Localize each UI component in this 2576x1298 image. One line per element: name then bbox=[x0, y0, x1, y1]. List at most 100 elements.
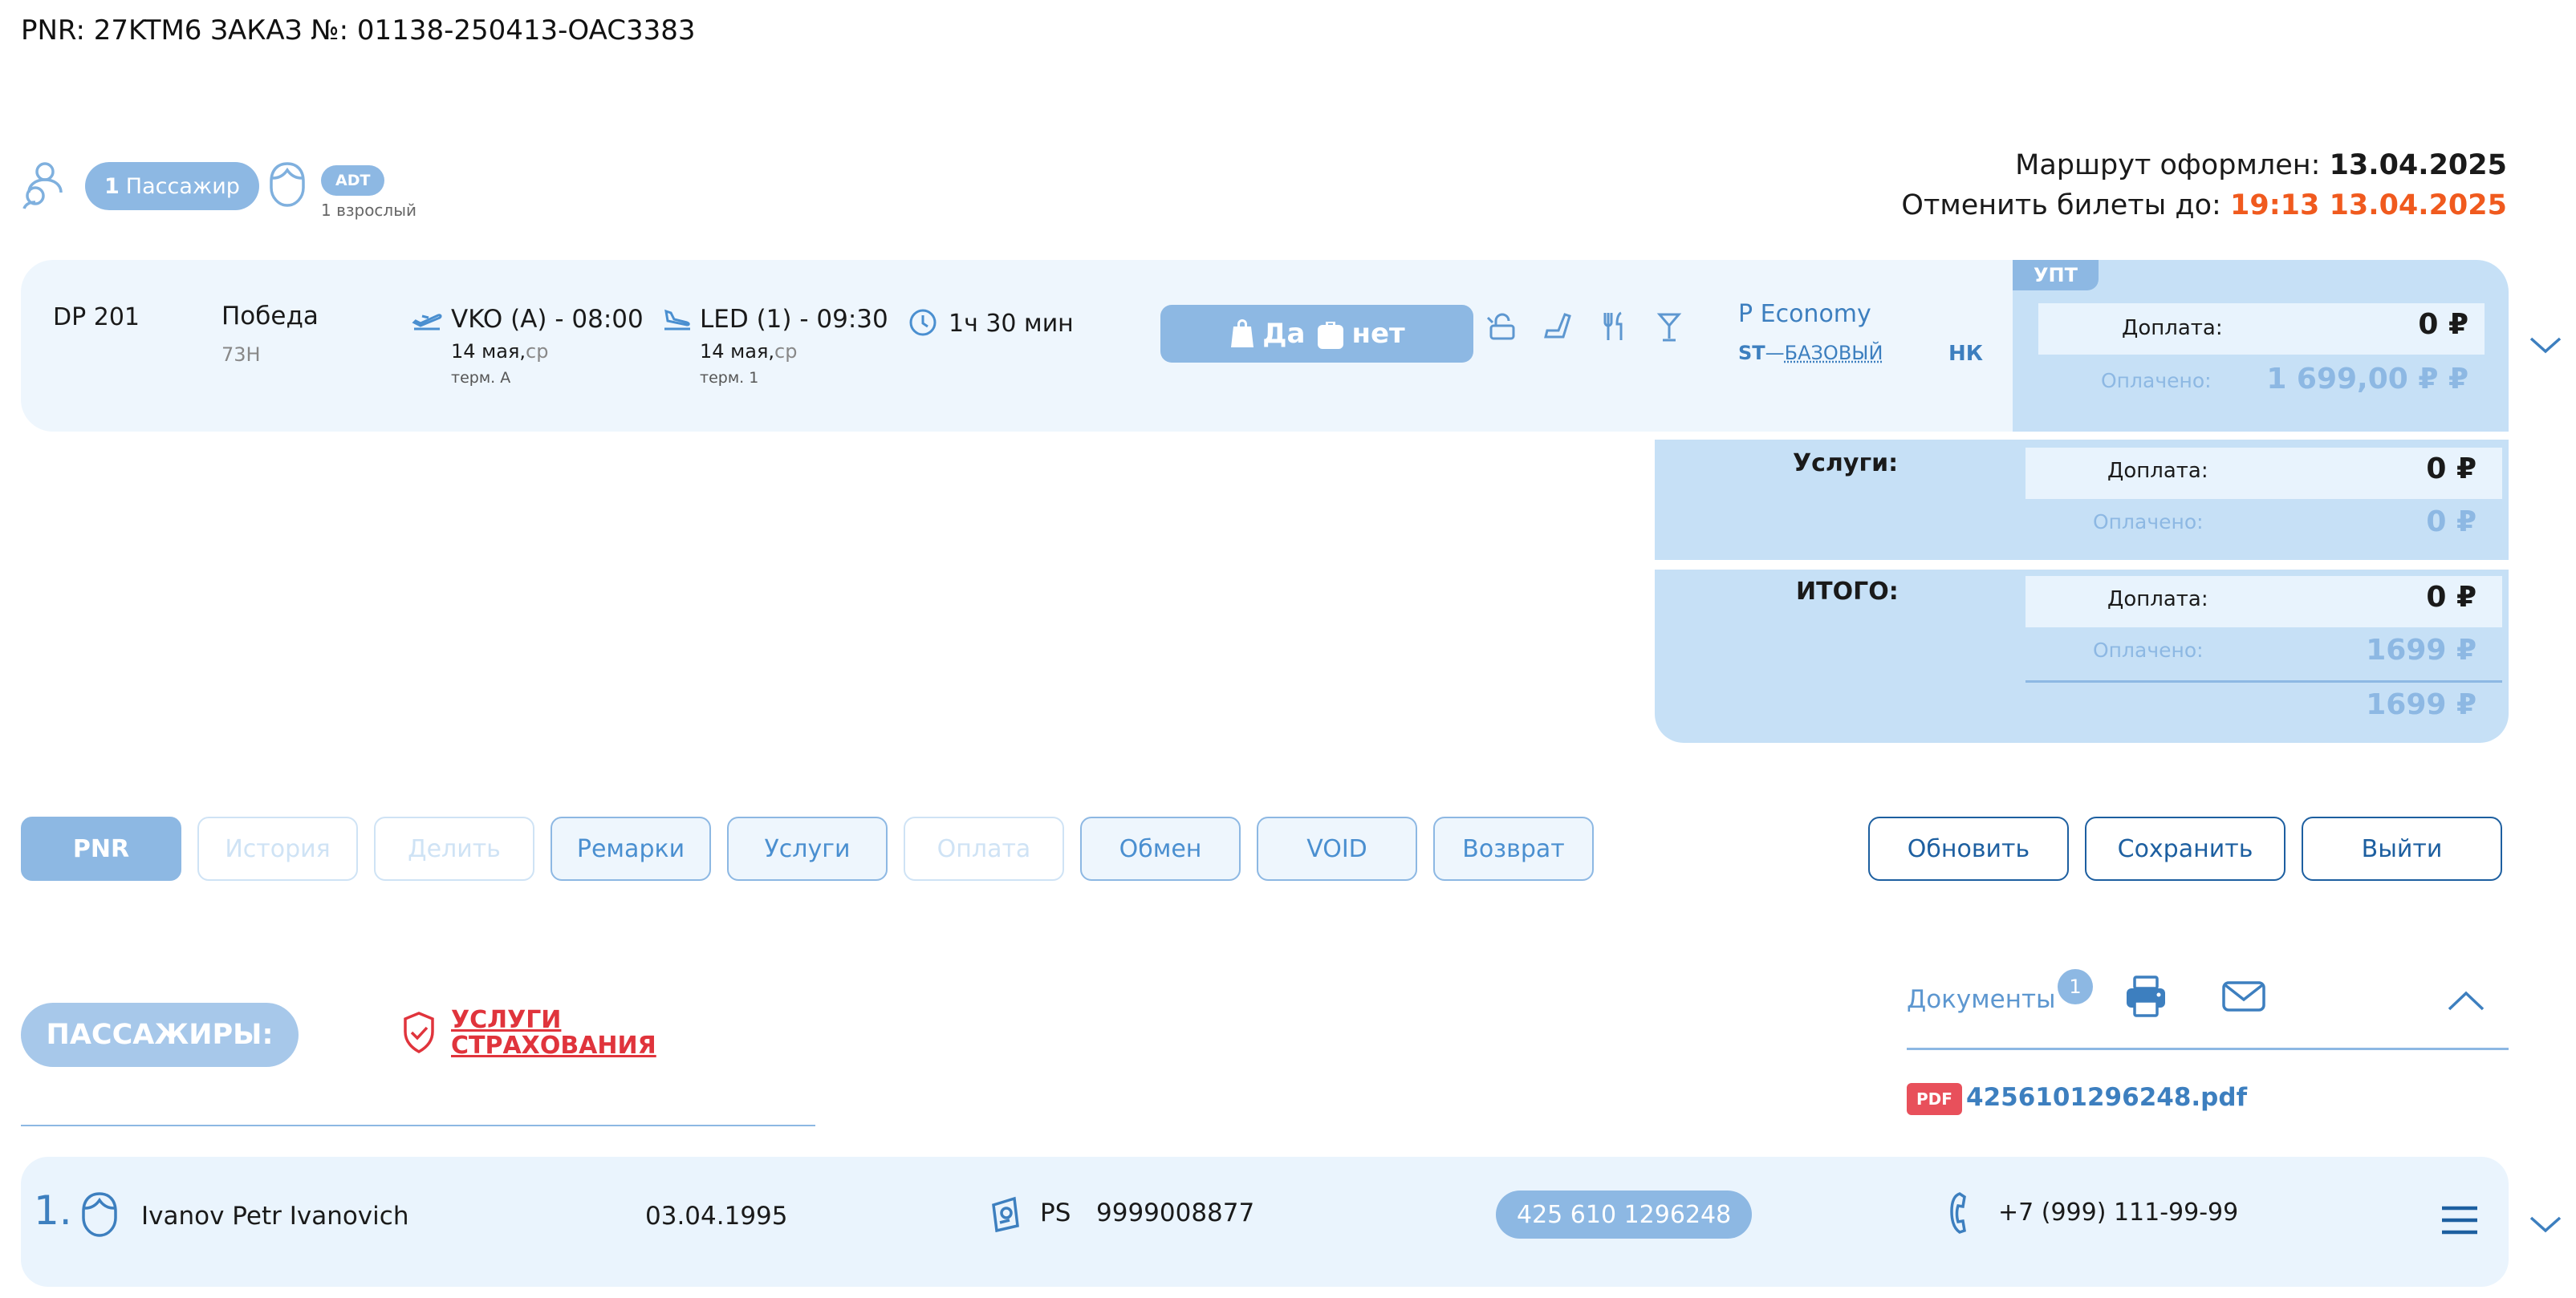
checked-baggage-value: нет bbox=[1351, 318, 1405, 350]
documents-collapse-chevron-icon[interactable] bbox=[2446, 988, 2486, 1012]
fare-basis-separator: — bbox=[1765, 342, 1785, 364]
checked-baggage-icon bbox=[1318, 322, 1344, 349]
passenger-birth-date: 03.04.1995 bbox=[645, 1202, 788, 1231]
phone-icon bbox=[1948, 1191, 1977, 1235]
passenger-name: Ivanov Petr Ivanovich bbox=[141, 1202, 409, 1231]
services-paid-label: Оплачено: bbox=[2093, 510, 2204, 533]
aircraft-type: 73H bbox=[221, 343, 261, 366]
baggage-button[interactable]: Да нет bbox=[1160, 305, 1473, 363]
tab-remarks[interactable]: Ремарки bbox=[551, 817, 711, 881]
passenger-type-badge: ADT bbox=[321, 165, 385, 196]
total-summary-title: ИТОГО: bbox=[1796, 578, 1899, 606]
departure-terminal: терм. A bbox=[451, 369, 511, 387]
passenger-phone: +7 (999) 111-99-99 bbox=[1998, 1199, 2239, 1227]
tab-pnr[interactable]: PNR bbox=[21, 817, 181, 881]
total-surcharge-value: 0 ₽ bbox=[2426, 581, 2476, 614]
meal-icon bbox=[1600, 311, 1627, 342]
insurance-link-line1: УСЛУГИ bbox=[451, 1006, 562, 1034]
save-button[interactable]: Сохранить bbox=[2085, 817, 2285, 881]
passenger-count-pill[interactable]: 1 Пассажир bbox=[85, 162, 259, 210]
passenger-index: 1. bbox=[34, 1187, 72, 1234]
cancel-deadline: Отменить билеты до: 19:13 13.04.2025 bbox=[1901, 189, 2507, 221]
services-surcharge-label: Доплата: bbox=[2107, 459, 2208, 483]
grand-total-value: 1699 ₽ bbox=[2366, 688, 2476, 721]
services-surcharge-value: 0 ₽ bbox=[2426, 452, 2476, 485]
insurance-services-link[interactable]: УСЛУГИ СТРАХОВАНИЯ bbox=[451, 1008, 656, 1059]
passport-icon bbox=[989, 1195, 1024, 1232]
flight-duration: 1ч 30 мин bbox=[949, 310, 1074, 338]
fare-basis-name[interactable]: БАЗОВЫЙ bbox=[1785, 342, 1883, 364]
mail-icon[interactable] bbox=[2221, 980, 2266, 1012]
passenger-count-number: 1 bbox=[104, 173, 120, 199]
passenger-type-caption: 1 взрослый bbox=[321, 201, 417, 220]
page-title: PNR: 27KTM6 ЗАКАЗ №: 01138-250413-OAC338… bbox=[21, 14, 696, 47]
services-paid-value: 0 ₽ bbox=[2426, 505, 2476, 538]
paid-label: Оплачено: bbox=[2101, 369, 2212, 392]
departure-date: 14 мая,ср bbox=[451, 340, 549, 363]
clock-icon bbox=[908, 308, 937, 337]
passenger-doc-type: PS bbox=[1040, 1199, 1071, 1227]
drink-icon bbox=[1656, 311, 1682, 342]
exit-button[interactable]: Выйти bbox=[2302, 817, 2502, 881]
refund-button[interactable]: Возврат bbox=[1433, 817, 1594, 881]
fare-class: P Economy bbox=[1738, 300, 1871, 328]
surcharge-label: Доплата: bbox=[2122, 316, 2223, 340]
takeoff-icon bbox=[411, 306, 443, 332]
tab-services[interactable]: Услуги bbox=[727, 817, 888, 881]
route-issued-label: Маршрут оформлен: bbox=[2015, 149, 2321, 181]
passenger-doc-number: 9999008877 bbox=[1096, 1199, 1255, 1227]
documents-title[interactable]: Документы bbox=[1907, 985, 2056, 1014]
adult-face-icon bbox=[266, 160, 308, 209]
route-issued-date: 13.04.2025 bbox=[2329, 149, 2507, 181]
void-button[interactable]: VOID bbox=[1257, 817, 1417, 881]
split-button[interactable]: Делить bbox=[374, 817, 534, 881]
flight-number: DP 201 bbox=[53, 303, 140, 331]
passengers-header[interactable]: ПАССАЖИРЫ: bbox=[21, 1003, 299, 1067]
payment-button[interactable]: Оплата bbox=[904, 817, 1064, 881]
ticket-number-pill[interactable]: 425 610 1296248 bbox=[1496, 1191, 1753, 1239]
landing-icon bbox=[661, 306, 693, 332]
fare-basis-code: ST bbox=[1738, 342, 1765, 364]
documents-divider bbox=[1907, 1048, 2509, 1050]
total-paid-value: 1699 ₽ bbox=[2366, 634, 2476, 667]
paid-value: 1 699,00 ₽ ₽ bbox=[2266, 363, 2468, 395]
cancel-deadline-label: Отменить билеты до: bbox=[1901, 189, 2221, 221]
pdf-file-icon: PDF bbox=[1907, 1083, 1962, 1115]
fare-flag: НК bbox=[1948, 342, 1984, 366]
arrival-terminal: терм. 1 bbox=[700, 369, 759, 387]
seat-icon bbox=[1542, 311, 1573, 342]
fare-basis[interactable]: ST—БАЗОВЫЙ bbox=[1738, 342, 1883, 364]
total-surcharge-label: Доплата: bbox=[2107, 587, 2208, 611]
hand-luggage-icon bbox=[1231, 319, 1254, 347]
print-icon[interactable] bbox=[2123, 974, 2168, 1019]
total-divider bbox=[2025, 680, 2502, 683]
surcharge-value: 0 ₽ bbox=[2418, 308, 2468, 341]
passengers-icon bbox=[22, 160, 71, 210]
hamburger-menu-icon[interactable] bbox=[2440, 1205, 2480, 1235]
hand-luggage-value: Да bbox=[1262, 318, 1306, 350]
shield-check-icon bbox=[401, 1011, 437, 1054]
tab-history[interactable]: История bbox=[197, 817, 358, 881]
document-file-link[interactable]: 4256101296248.pdf bbox=[1966, 1083, 2247, 1112]
exchange-button[interactable]: Обмен bbox=[1080, 817, 1241, 881]
airline-name: Победа bbox=[221, 302, 319, 331]
passenger-face-icon bbox=[79, 1191, 120, 1239]
arrival-info: LED (1) - 09:30 14 мая,ср терм. 1 bbox=[700, 305, 888, 387]
refund-lock-icon bbox=[1486, 311, 1518, 342]
departure-info: VKO (A) - 08:00 14 мая,ср терм. A bbox=[451, 305, 644, 387]
passenger-count-label: Пассажир bbox=[125, 173, 240, 199]
documents-count-badge: 1 bbox=[2058, 969, 2093, 1004]
cancel-deadline-value: 19:13 13.04.2025 bbox=[2229, 189, 2507, 221]
segment-expand-chevron-icon[interactable] bbox=[2528, 334, 2563, 356]
payment-tag: УПТ bbox=[2013, 260, 2099, 290]
departure-airport-time: VKO (A) - 08:00 bbox=[451, 305, 644, 334]
arrival-airport-time: LED (1) - 09:30 bbox=[700, 305, 888, 334]
passenger-expand-chevron-icon[interactable] bbox=[2528, 1213, 2563, 1235]
refresh-button[interactable]: Обновить bbox=[1868, 817, 2069, 881]
services-summary-title: Услуги: bbox=[1793, 449, 1899, 477]
arrival-date: 14 мая,ср bbox=[700, 340, 798, 363]
total-paid-label: Оплачено: bbox=[2093, 639, 2204, 662]
passengers-divider bbox=[21, 1125, 815, 1126]
insurance-link-line2: СТРАХОВАНИЯ bbox=[451, 1032, 656, 1060]
route-issued: Маршрут оформлен: 13.04.2025 bbox=[2015, 149, 2507, 181]
